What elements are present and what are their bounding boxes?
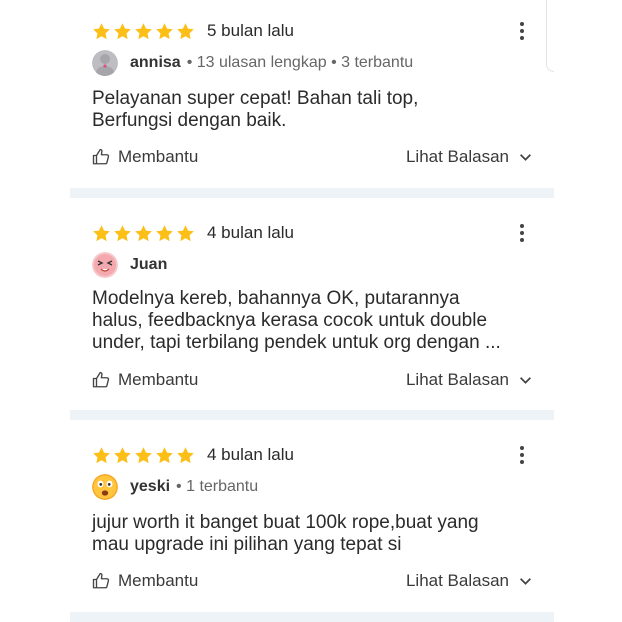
review-divider (70, 612, 554, 622)
star-icon (156, 446, 173, 463)
star-icon (93, 224, 110, 241)
star-icon (114, 446, 131, 463)
review-text-line: under, tapi terbilang pendek untuk org d… (92, 332, 501, 353)
reviewer-name[interactable]: annisa (130, 54, 181, 72)
helpful-button[interactable]: Membantu (92, 370, 198, 390)
review-text-line: Modelnya kereb, bahannya OK, putarannya (92, 288, 460, 309)
helpful-button[interactable]: Membantu (92, 147, 198, 167)
view-replies-label: Lihat Balasan (405, 370, 509, 389)
default-avatar-icon[interactable] (92, 50, 118, 76)
review-card-1: 5 bulan lalu annisa • 13 ulasan lengkap … (70, 18, 554, 183)
reviewer-name[interactable]: yeski (130, 478, 170, 496)
more-options-icon[interactable] (514, 18, 530, 44)
review-text-line: mau upgrade ini pilihan yang tepat si (92, 534, 402, 555)
reviewer-meta: • 1 terbantu (176, 478, 259, 495)
surprised-emoji-avatar-icon[interactable] (92, 474, 118, 500)
helpful-label: Membantu (118, 370, 199, 389)
review-text: Pelayanan super cepat! Bahan tali top, B… (92, 88, 532, 132)
more-options-icon[interactable] (514, 220, 530, 246)
star-icon (177, 22, 194, 39)
review-text-line: halus, feedbacknya kerasa cocok untuk do… (92, 310, 488, 331)
star-icon (114, 224, 131, 241)
reviewer-info: Juan (92, 252, 173, 278)
review-divider (70, 188, 554, 198)
reviewer-info: yeski • 1 terbantu (92, 474, 258, 500)
helpful-label: Membantu (118, 147, 199, 166)
review-card-2: 4 bulan lalu Juan Modelnya kereb, bahann… (70, 220, 554, 405)
view-replies-button[interactable]: Lihat Balasan (406, 571, 532, 591)
helpful-button[interactable]: Membantu (92, 571, 198, 591)
star-icon (93, 446, 110, 463)
view-replies-button[interactable]: Lihat Balasan (406, 147, 532, 167)
star-icon (114, 22, 131, 39)
star-rating: 5 bulan lalu (92, 18, 294, 44)
more-options-icon[interactable] (514, 442, 530, 468)
review-text-line: jujur worth it banget buat 100k rope,bua… (92, 512, 479, 533)
thumbs-up-icon (92, 148, 110, 165)
thumbs-up-icon (92, 371, 110, 388)
helpful-label: Membantu (118, 571, 199, 590)
review-time: 4 bulan lalu (207, 445, 294, 464)
star-icon (135, 22, 152, 39)
review-text: jujur worth it banget buat 100k rope,bua… (92, 512, 532, 556)
chevron-down-icon (520, 376, 531, 384)
review-divider (70, 410, 554, 420)
star-icon (135, 224, 152, 241)
star-rating: 4 bulan lalu (92, 220, 294, 246)
star-rating: 4 bulan lalu (92, 442, 294, 468)
chevron-down-icon (520, 577, 531, 585)
review-actions: Membantu Lihat Balasan (92, 370, 532, 392)
review-time: 4 bulan lalu (207, 223, 294, 242)
review-text: Modelnya kereb, bahannya OK, putarannya … (92, 288, 532, 354)
thumbs-up-icon (92, 572, 110, 589)
star-icon (93, 22, 110, 39)
review-text-line: Pelayanan super cepat! Bahan tali top, (92, 88, 419, 109)
review-text-line: Berfungsi dengan baik. (92, 110, 287, 131)
view-replies-label: Lihat Balasan (405, 571, 509, 590)
review-actions: Membantu Lihat Balasan (92, 147, 532, 169)
review-card-3: 4 bulan lalu yeski • 1 terbantu jujur wo… (70, 442, 554, 607)
reviewer-name[interactable]: Juan (130, 256, 167, 274)
star-icon (135, 446, 152, 463)
star-icon (156, 22, 173, 39)
pink-face-avatar-icon[interactable] (92, 252, 118, 278)
star-icon (177, 446, 194, 463)
review-time: 5 bulan lalu (207, 21, 294, 40)
review-actions: Membantu Lihat Balasan (92, 571, 532, 593)
reviewer-meta: • 13 ulasan lengkap • 3 terbantu (186, 54, 414, 71)
star-icon (156, 224, 173, 241)
reviewer-info: annisa • 13 ulasan lengkap • 3 terbantu (92, 50, 413, 76)
view-replies-button[interactable]: Lihat Balasan (406, 370, 532, 390)
chevron-down-icon (520, 153, 531, 161)
view-replies-label: Lihat Balasan (405, 147, 509, 166)
star-icon (177, 224, 194, 241)
